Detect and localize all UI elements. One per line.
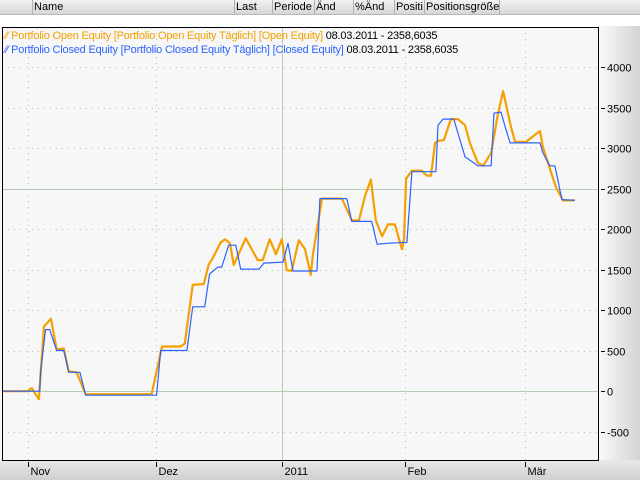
legend-value: 08.03.2011 - 2358,6035 <box>346 44 459 56</box>
x-tick-label: Feb <box>408 466 427 478</box>
y-tick-label: 1500 <box>607 266 631 278</box>
y-tick-label: 3000 <box>607 144 631 156</box>
line-series-icon: ⁄∕ <box>5 44 9 56</box>
legend-label: Portfolio Closed Equity [Portfolio Close… <box>11 44 344 56</box>
x-tick-label: Mär <box>528 466 547 478</box>
y-tick-label: 1000 <box>607 306 631 318</box>
x-tick-label: Nov <box>31 466 51 478</box>
legend-item-open-equity[interactable]: ⁄∕ Portfolio Open Equity [Portfolio Open… <box>5 29 458 43</box>
y-tick-label: 2500 <box>607 185 631 197</box>
y-tick-label: 3500 <box>607 104 631 116</box>
chart-legend: ⁄∕ Portfolio Open Equity [Portfolio Open… <box>5 29 458 57</box>
y-tick-label: 500 <box>607 347 625 359</box>
equity-chart[interactable]: -500 0 500 1000 1500 2000 2500 3000 3500 4000 Nov D… <box>0 0 640 480</box>
y-tick-label: 4000 <box>607 63 631 75</box>
y-tick-label: 0 <box>607 387 613 399</box>
y-tick-label: 2000 <box>607 225 631 237</box>
y-tick-label: -500 <box>607 428 629 440</box>
legend-value: 08.03.2011 - 2358,6035 <box>325 30 438 42</box>
x-tick-label: Dez <box>159 466 179 478</box>
x-tick-label: 2011 <box>285 466 309 478</box>
line-series-icon: ⁄∕ <box>5 30 9 42</box>
legend-label: Portfolio Open Equity [Portfolio Open Eq… <box>11 30 323 42</box>
legend-item-closed-equity[interactable]: ⁄∕ Portfolio Closed Equity [Portfolio Cl… <box>5 43 458 57</box>
